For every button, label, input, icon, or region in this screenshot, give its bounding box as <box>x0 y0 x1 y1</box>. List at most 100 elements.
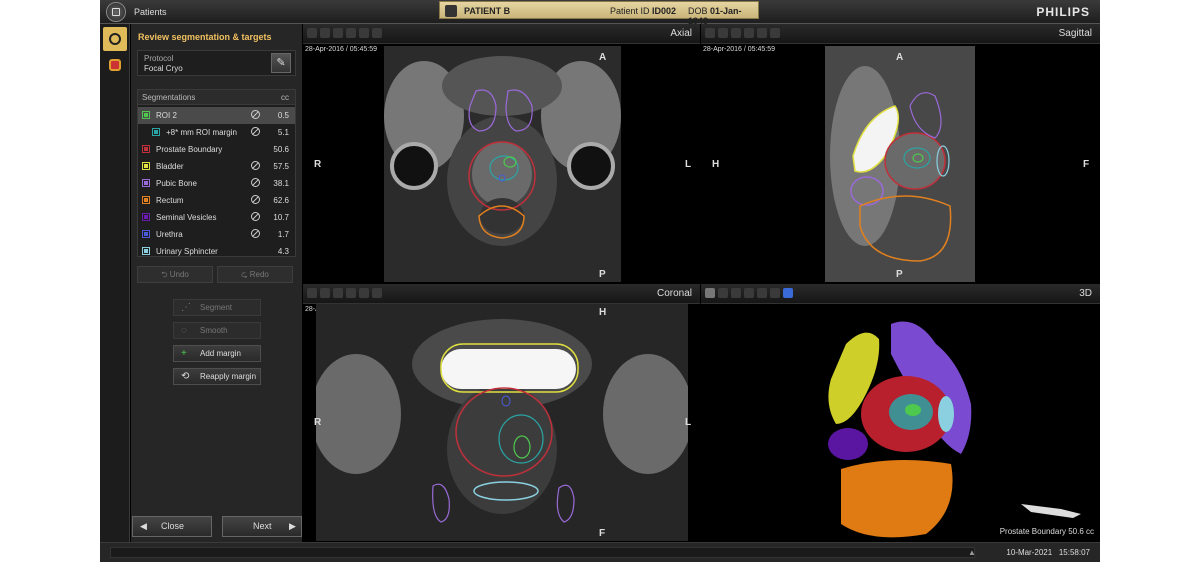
probe-icon[interactable] <box>307 28 317 38</box>
window-icon[interactable] <box>757 28 767 38</box>
brand-logo: PHILIPS <box>1036 5 1090 19</box>
zoom-icon[interactable] <box>333 28 343 38</box>
color-swatch[interactable] <box>142 145 150 153</box>
color-swatch[interactable] <box>142 179 150 187</box>
pan-icon[interactable] <box>320 28 330 38</box>
segmentation-name: Seminal Vesicles <box>156 213 217 222</box>
segmentation-row[interactable]: Pubic Bone 38.1 <box>138 175 295 192</box>
zoom-icon[interactable] <box>731 28 741 38</box>
patient-banner[interactable]: PATIENT B Patient ID ID002 DOB 01-Jan-19… <box>439 1 759 26</box>
3d-viewport[interactable]: 3D Prostate Boundary 50.6 cc <box>701 284 1100 542</box>
zoom-icon[interactable] <box>333 288 343 298</box>
segmentation-row[interactable]: Bladder 57.5 <box>138 158 295 175</box>
axial-bottom-label: P <box>599 269 606 280</box>
window-icon[interactable] <box>359 288 369 298</box>
camera-icon[interactable] <box>770 28 780 38</box>
close-label: Close <box>161 521 185 531</box>
segmentations-header: Segmentations <box>142 93 196 102</box>
patient-name: PATIENT B <box>464 6 511 16</box>
segmentation-name: Bladder <box>156 162 184 171</box>
timeline-scrollbar[interactable] <box>110 547 975 558</box>
footer-time: 15:58:07 <box>1058 548 1090 557</box>
segmentation-row[interactable]: Urethra 1.7 <box>138 226 295 243</box>
rotate-icon[interactable] <box>346 288 356 298</box>
move-icon[interactable] <box>731 288 741 298</box>
segment-button[interactable]: ⋰ Segment <box>173 299 261 316</box>
close-button[interactable]: ◀ Close <box>132 516 212 537</box>
add-margin-button[interactable]: + Add margin <box>173 345 261 362</box>
sagittal-tools <box>705 28 783 40</box>
axial-left-label: R <box>314 159 322 170</box>
3d-toolbar: 3D <box>701 284 1100 304</box>
visibility-off-icon[interactable] <box>251 212 260 221</box>
rotate-3d-icon[interactable] <box>705 288 715 298</box>
coronal-toolbar: Coronal <box>303 284 700 304</box>
pan-icon[interactable] <box>320 288 330 298</box>
smooth-button[interactable]: ◌ Smooth <box>173 322 261 339</box>
edit-status-icon[interactable] <box>251 127 260 136</box>
color-swatch[interactable] <box>142 162 150 170</box>
axial-viewport[interactable]: Axial 28-Apr-2016 / 05:45:59 A P R L <box>303 24 700 283</box>
pan-icon[interactable] <box>718 28 728 38</box>
color-swatch[interactable] <box>142 230 150 238</box>
redo-icon: ⮎ <box>241 270 250 279</box>
segmentation-row[interactable]: Seminal Vesicles 10.7 <box>138 209 295 226</box>
axial-right-label: L <box>685 159 692 170</box>
coronal-viewport[interactable]: Coronal 28-Apr-2016 / 05:45:59 H F R L <box>303 284 700 542</box>
segmentation-row[interactable]: Prostate Boundary 50.6 <box>138 141 295 158</box>
window-icon[interactable] <box>359 28 369 38</box>
patients-label[interactable]: Patients <box>134 7 167 17</box>
visibility-off-icon[interactable] <box>251 178 260 187</box>
segmentation-volume: 5.1 <box>277 128 289 137</box>
footprint-icon[interactable] <box>744 288 754 298</box>
layers-icon[interactable] <box>783 288 793 298</box>
segmentation-row[interactable]: +8* mm ROI margin 5.1 <box>138 124 295 141</box>
axial-toolbar: Axial <box>303 24 700 44</box>
next-button[interactable]: Next ▶ <box>222 516 302 537</box>
edit-protocol-button[interactable]: ✎ <box>271 53 291 73</box>
rotate-icon[interactable] <box>744 28 754 38</box>
segmentation-row[interactable]: Urinary Sphincter 4.3 <box>138 243 295 260</box>
left-rail <box>100 24 130 542</box>
camera-icon[interactable] <box>372 28 382 38</box>
undo-button[interactable]: ⮌ Undo <box>137 266 213 283</box>
color-swatch[interactable] <box>152 128 160 136</box>
visibility-off-icon[interactable] <box>251 229 260 238</box>
segmentation-row[interactable]: ROI 2 0.5 <box>138 107 295 124</box>
sagittal-title: Sagittal <box>1058 28 1092 39</box>
segmentation-row[interactable]: Rectum 62.6 <box>138 192 295 209</box>
pan-icon[interactable] <box>718 288 728 298</box>
rotate-icon[interactable] <box>346 28 356 38</box>
scroll-up-icon[interactable]: ▲ <box>968 548 976 557</box>
edit-status-icon[interactable] <box>251 110 260 119</box>
home-button[interactable] <box>106 2 126 22</box>
redo-button[interactable]: ⮎ Redo <box>217 266 293 283</box>
segmentation-name: Pubic Bone <box>156 179 197 188</box>
targets-tool-button[interactable] <box>103 53 127 77</box>
face-icon[interactable] <box>770 288 780 298</box>
probe-icon[interactable] <box>705 28 715 38</box>
sagittal-viewport[interactable]: Sagittal 28-Apr-2016 / 05:45:59 A P H F <box>701 24 1100 283</box>
probe-icon[interactable] <box>307 288 317 298</box>
segmentation-table-header: Segmentations cc <box>138 90 295 105</box>
protocol-label: Protocol <box>144 54 174 63</box>
coronal-bottom-label: F <box>599 528 606 539</box>
camera-icon[interactable] <box>372 288 382 298</box>
next-label: Next <box>253 521 272 531</box>
dob-label: DOB <box>688 6 708 16</box>
color-swatch[interactable] <box>142 247 150 255</box>
color-swatch[interactable] <box>142 111 150 119</box>
color-swatch[interactable] <box>142 213 150 221</box>
protocol-box: Protocol Focal Cryo ✎ <box>137 50 296 76</box>
segmentation-volume: 4.3 <box>277 247 289 256</box>
color-swatch[interactable] <box>142 196 150 204</box>
segmentation-name: +8* mm ROI margin <box>166 128 237 137</box>
head-icon[interactable] <box>757 288 767 298</box>
reapply-margin-button[interactable]: ⟲ Reapply margin <box>173 368 261 385</box>
segmentation-tool-button[interactable] <box>103 27 127 51</box>
visibility-off-icon[interactable] <box>251 161 260 170</box>
date-time: 10-Mar-2021 15:58:07 <box>1006 548 1090 557</box>
visibility-off-icon[interactable] <box>251 195 260 204</box>
coronal-left-label: R <box>314 417 322 428</box>
refresh-icon: ⟲ <box>181 371 190 382</box>
